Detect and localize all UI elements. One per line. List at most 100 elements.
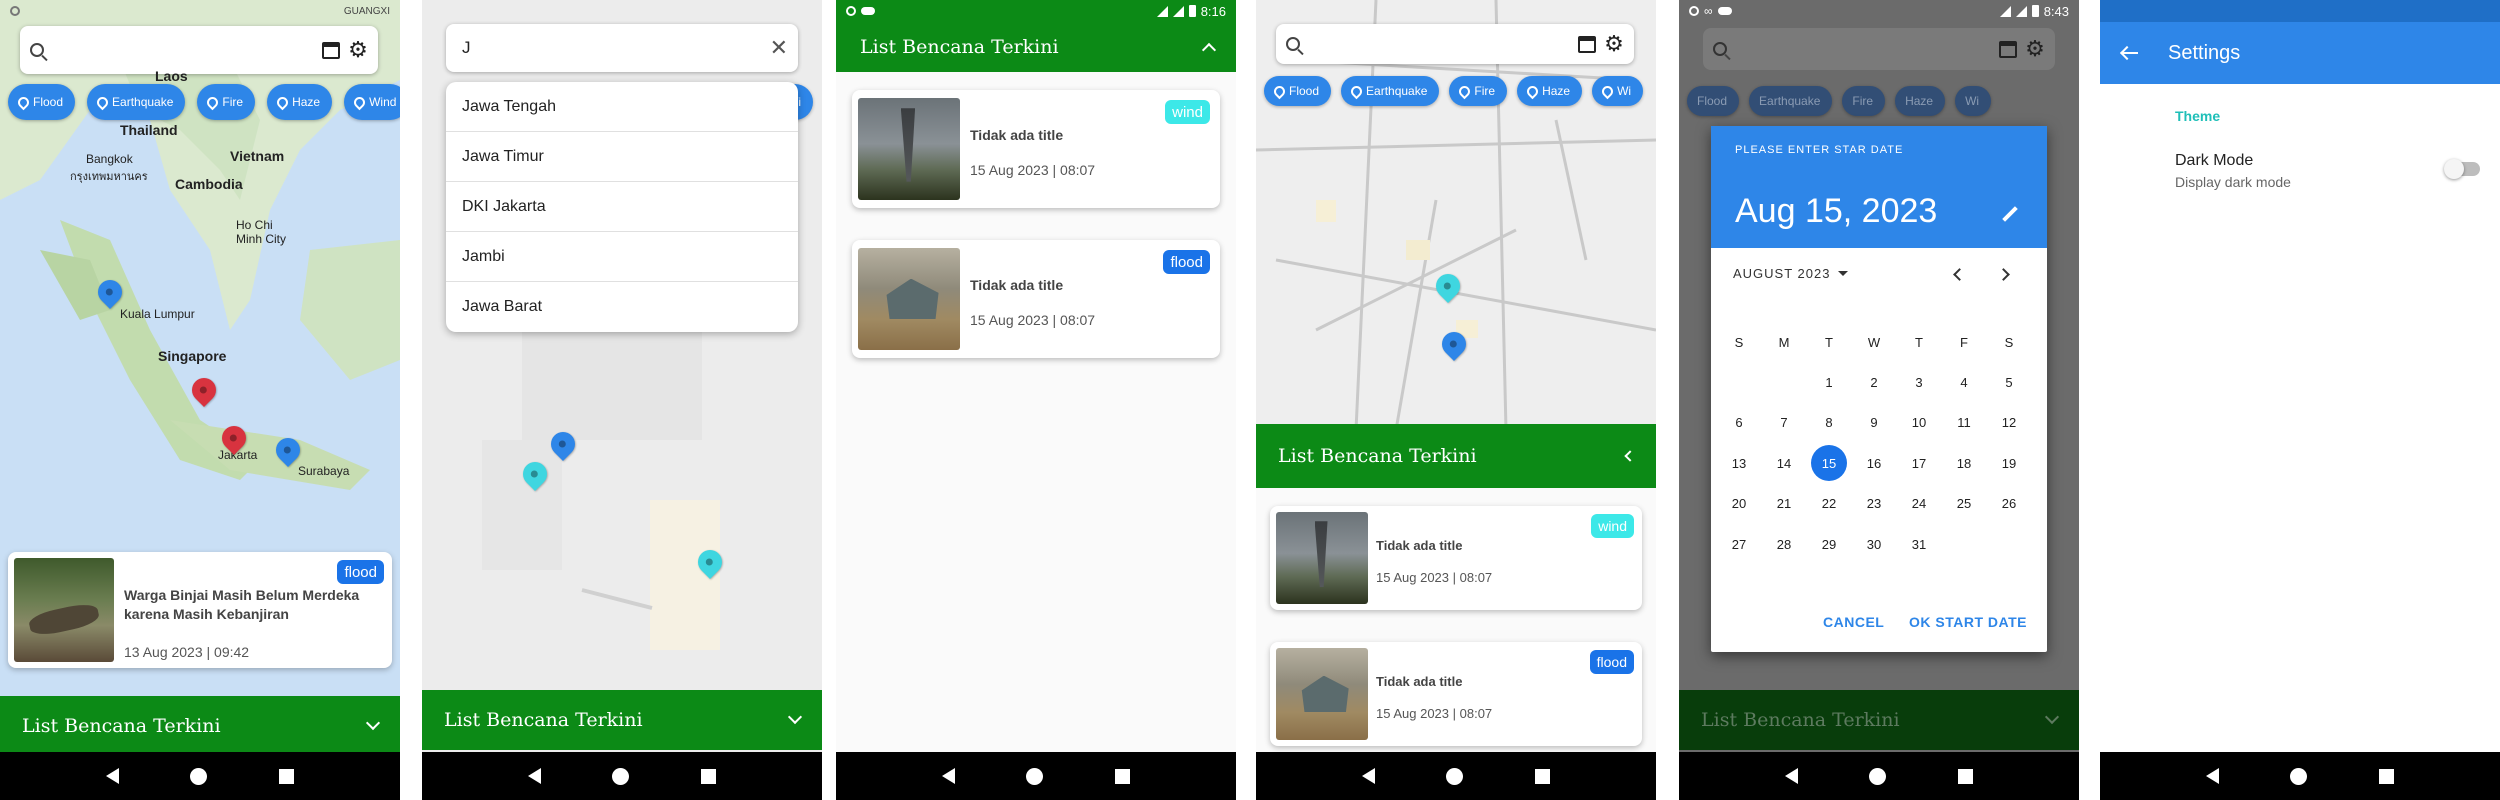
gear-icon[interactable]: ⚙	[2025, 38, 2045, 60]
edit-icon[interactable]	[2002, 206, 2018, 222]
list-bencana-bar[interactable]: List Bencana Terkini	[422, 690, 822, 750]
calendar-day[interactable]: 6	[1719, 403, 1759, 443]
cancel-button[interactable]: CANCEL	[1823, 614, 1884, 630]
calendar-day[interactable]: 20	[1719, 484, 1759, 524]
chevron-left-icon[interactable]	[1624, 450, 1636, 462]
chevron-down-icon[interactable]	[787, 709, 803, 725]
nav-home-icon[interactable]	[612, 767, 630, 785]
list-bencana-bar[interactable]: List Bencana Terkini	[836, 22, 1236, 72]
gear-icon[interactable]: ⚙	[348, 39, 368, 61]
calendar-day[interactable]: 5	[1989, 362, 2029, 402]
nav-home-icon[interactable]	[1026, 767, 1044, 785]
next-month-icon[interactable]	[1997, 268, 2010, 281]
calendar-icon[interactable]	[322, 41, 340, 59]
chip-wind[interactable]: Wi	[1592, 76, 1644, 106]
clear-icon[interactable]: ✕	[770, 35, 788, 61]
nav-home-icon[interactable]	[1446, 767, 1464, 785]
calendar-day[interactable]: 26	[1989, 484, 2029, 524]
list-bencana-bar[interactable]: List Bencana Terkini	[1256, 424, 1656, 488]
arrow-back-icon[interactable]	[2120, 46, 2138, 60]
month-selector[interactable]: AUGUST 2023	[1733, 266, 1849, 281]
calendar-day[interactable]: 17	[1899, 443, 1939, 483]
chip-fire[interactable]: Fire	[197, 84, 256, 120]
suggestion-item[interactable]: Jawa Barat	[446, 282, 798, 332]
chip-haze[interactable]: Haze	[267, 84, 333, 120]
calendar-day[interactable]: 22	[1809, 484, 1849, 524]
ok-start-date-button[interactable]: OK START DATE	[1909, 614, 2027, 630]
calendar-day-selected[interactable]: 15	[1811, 445, 1847, 481]
search-bar[interactable]: ⚙	[1276, 24, 1634, 64]
prev-month-icon[interactable]	[1953, 268, 1966, 281]
calendar-day[interactable]: 18	[1944, 443, 1984, 483]
list-bencana-bar[interactable]: List Bencana Terkini	[1679, 690, 2079, 750]
suggestion-item[interactable]: Jambi	[446, 232, 798, 282]
calendar-day[interactable]: 31	[1899, 524, 1939, 564]
chip-earthquake[interactable]: Earthquake	[1749, 86, 1833, 116]
calendar-day[interactable]: 3	[1899, 362, 1939, 402]
calendar-icon[interactable]	[1999, 40, 2017, 58]
nav-back-icon[interactable]	[1784, 768, 1798, 784]
calendar-day[interactable]: 30	[1854, 524, 1894, 564]
calendar-day[interactable]: 2	[1854, 362, 1894, 402]
nav-recents-icon[interactable]	[2379, 768, 2395, 784]
calendar-icon[interactable]	[1578, 35, 1596, 53]
search-bar[interactable]: ⚙	[1703, 28, 2055, 70]
chip-flood[interactable]: Flood	[1264, 76, 1332, 106]
calendar-day[interactable]: 25	[1944, 484, 1984, 524]
dark-mode-setting[interactable]: Dark Mode Display dark mode	[2100, 140, 2500, 200]
calendar-day[interactable]: 24	[1899, 484, 1939, 524]
calendar-day[interactable]: 12	[1989, 403, 2029, 443]
chevron-down-icon[interactable]	[2044, 709, 2060, 725]
suggestion-item[interactable]: DKI Jakarta	[446, 182, 798, 232]
disaster-card[interactable]: Tidak ada title 15 Aug 2023 | 08:07 floo…	[852, 240, 1220, 358]
nav-home-icon[interactable]	[1869, 767, 1887, 785]
nav-recents-icon[interactable]	[1115, 768, 1131, 784]
nav-recents-icon[interactable]	[1535, 768, 1551, 784]
nav-back-icon[interactable]	[105, 768, 119, 784]
chip-wind[interactable]: Wind	[344, 84, 400, 120]
nav-back-icon[interactable]	[2205, 768, 2219, 784]
list-bencana-bar[interactable]: List Bencana Terkini	[0, 696, 400, 756]
calendar-day[interactable]: 7	[1764, 403, 1804, 443]
dark-mode-toggle[interactable]	[2444, 159, 2480, 179]
calendar-day[interactable]: 29	[1809, 524, 1849, 564]
calendar-day[interactable]: 19	[1989, 443, 2029, 483]
calendar-day[interactable]: 8	[1809, 403, 1849, 443]
calendar-day[interactable]: 23	[1854, 484, 1894, 524]
chip-flood[interactable]: Flood	[8, 84, 76, 120]
nav-back-icon[interactable]	[527, 768, 541, 784]
calendar-day[interactable]: 10	[1899, 403, 1939, 443]
calendar-day[interactable]: 4	[1944, 362, 1984, 402]
chevron-down-icon[interactable]	[365, 715, 381, 731]
chip-earthquake[interactable]: Earthquake	[1341, 76, 1440, 106]
search-bar[interactable]: J ✕	[446, 24, 798, 72]
chip-fire[interactable]: Fire	[1449, 76, 1508, 106]
chip-haze[interactable]: Haze	[1895, 86, 1946, 116]
search-input[interactable]: J	[456, 38, 770, 58]
disaster-card[interactable]: Tidak ada title 15 Aug 2023 | 08:07 wind	[852, 90, 1220, 208]
nav-recents-icon[interactable]	[279, 768, 295, 784]
chip-haze[interactable]: Haze	[1517, 76, 1583, 106]
chevron-up-icon[interactable]	[1201, 42, 1217, 58]
search-bar[interactable]: ⚙	[20, 26, 378, 74]
chip-flood[interactable]: Flood	[1687, 86, 1740, 116]
nav-back-icon[interactable]	[1361, 768, 1375, 784]
calendar-day[interactable]: 21	[1764, 484, 1804, 524]
nav-home-icon[interactable]	[190, 767, 208, 785]
suggestion-item[interactable]: Jawa Tengah	[446, 82, 798, 132]
disaster-card[interactable]: Tidak ada title 15 Aug 2023 | 08:07 wind	[1270, 506, 1642, 610]
chip-earthquake[interactable]: Earthquake	[87, 84, 186, 120]
disaster-card[interactable]: Tidak ada title 15 Aug 2023 | 08:07 floo…	[1270, 642, 1642, 746]
calendar-day[interactable]: 1	[1809, 362, 1849, 402]
nav-recents-icon[interactable]	[1958, 768, 1974, 784]
gear-icon[interactable]: ⚙	[1604, 33, 1624, 55]
nav-recents-icon[interactable]	[701, 768, 717, 784]
calendar-day[interactable]: 27	[1719, 524, 1759, 564]
calendar-day[interactable]: 9	[1854, 403, 1894, 443]
calendar-day[interactable]: 28	[1764, 524, 1804, 564]
calendar-day[interactable]: 16	[1854, 443, 1894, 483]
chip-wind[interactable]: Wi	[1955, 86, 1992, 116]
suggestion-item[interactable]: Jawa Timur	[446, 132, 798, 182]
calendar-day[interactable]: 14	[1764, 443, 1804, 483]
nav-home-icon[interactable]	[2290, 767, 2308, 785]
